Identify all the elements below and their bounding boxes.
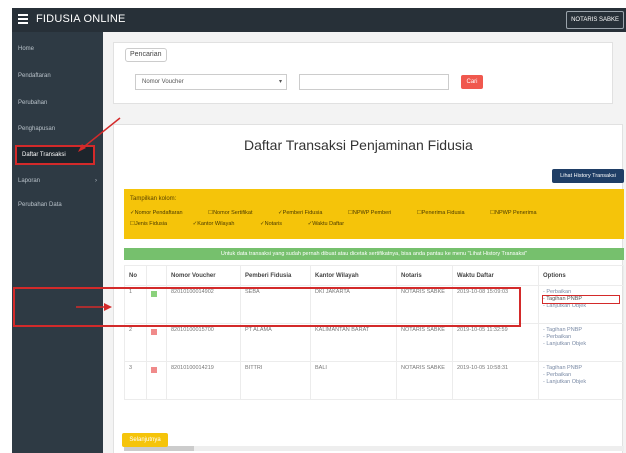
table-row: 1 82010100014902 SEBA DKI JAKARTA NOTARIS SA… [124,285,624,324]
status-indicator [146,323,167,362]
sidebar-item-pendaftaran[interactable]: Pendaftaran [12,67,103,85]
search-field-select[interactable]: Nomor Voucher ▾ [135,74,287,90]
next-button[interactable]: Selanjutnya [122,433,168,447]
row-number: 1 [124,285,147,324]
search-legend: Pencarian [125,48,167,62]
sidebar-item-penghapusan[interactable]: Penghapusan [12,120,103,138]
sidebar-item-perubahan-data[interactable]: Perubahan Data [12,196,103,214]
row-number: 2 [124,323,147,362]
waktu-cell: 2019-10-05 10:58:31 [452,361,539,400]
sidebar-item-laporan[interactable]: Laporan › [12,172,103,190]
notaris-cell: NOTARIS SABKE [396,361,453,400]
status-indicator [146,361,167,400]
filter-checkbox[interactable]: ✓Waktu Daftar [308,221,357,227]
row-number: 3 [124,361,147,400]
column-filter-box: Tampilkan kolom: ✓Nomor Pendaftaran ☐Nom… [124,189,624,239]
option-link[interactable]: - Tagihan PNBP [542,295,620,304]
col-header: Waktu Daftar [452,265,539,286]
chevron-right-icon: › [95,178,97,184]
filter-checkbox[interactable]: ☐NPWP Pemberi [348,210,403,216]
user-menu-button[interactable]: NOTARIS SABKE [566,11,624,29]
table-header-row: No Nomor Voucher Pemberi Fidusia Kantor … [124,265,624,286]
option-link[interactable]: - Perbaikan [543,334,619,341]
waktu-cell: 2019-10-08 15:09:03 [452,285,539,324]
filter-checkbox[interactable]: ✓Notaris [260,221,294,227]
option-link[interactable]: - Tagihan PNBP [543,365,619,372]
status-indicator [146,285,167,324]
col-header: Pemberi Fidusia [240,265,311,286]
transactions-table: No Nomor Voucher Pemberi Fidusia Kantor … [124,265,624,400]
col-header [146,265,167,286]
pemberi-cell: BITTRI [240,361,311,400]
page-title: Daftar Transaksi Penjaminan Fidusia [244,137,473,153]
filter-row: ✓Nomor Pendaftaran ☐Nomor Sertifikat ✓Pe… [130,210,561,216]
col-header: Options [538,265,624,286]
search-field-value: Nomor Voucher [142,79,184,85]
kantor-cell: DKI JAKARTA [310,285,397,324]
sidebar-item-perubahan[interactable]: Perubahan [12,94,103,112]
status-square [151,329,157,335]
col-header: Notaris [396,265,453,286]
voucher-cell: 82010100014219 [166,361,241,400]
option-link[interactable]: - Lanjutkan Objek [543,303,619,310]
menu-icon[interactable] [18,14,28,26]
filter-title: Tampilkan kolom: [130,196,177,202]
pemberi-cell: PT ALAMA [240,323,311,362]
waktu-cell: 2019-10-05 11:32:59 [452,323,539,362]
search-button[interactable]: Cari [461,75,483,89]
content-area: Pencarian Nomor Voucher ▾ Cari Daftar Tr… [103,32,626,453]
search-panel [113,42,613,104]
horizontal-scrollbar[interactable] [124,446,624,451]
sidebar: Home Pendaftaran Perubahan Penghapusan D… [12,32,103,453]
option-link[interactable]: - Perbaikan [543,372,619,379]
filter-checkbox[interactable]: ✓Kantor Wilayah [193,221,247,227]
filter-checkbox[interactable]: ☐Nomor Sertifikat [208,210,264,216]
options-cell: - Tagihan PNBP - Perbaikan - Lanjutkan Obj… [538,361,624,400]
filter-checkbox[interactable]: ✓Pemberi Fidusia [278,210,334,216]
kantor-cell: KALIMANTAN BARAT [310,323,397,362]
kantor-cell: BALI [310,361,397,400]
filter-checkbox[interactable]: ☐Penerima Fidusia [417,210,477,216]
status-square [151,367,157,373]
search-input[interactable] [299,74,449,90]
col-header: Kantor Wilayah [310,265,397,286]
col-header: No [124,265,147,286]
filter-row: ☐Jenis Fidusia ✓Kantor Wilayah ✓Notaris … [130,221,368,227]
option-link[interactable]: - Tagihan PNBP [543,327,619,334]
app-title: FIDUSIA ONLINE [36,13,126,25]
options-cell: - Perbaikan - Tagihan PNBP - Lanjutkan Obj… [538,285,624,324]
voucher-cell: 82010100015700 [166,323,241,362]
option-link[interactable]: - Perbaikan [543,289,619,296]
transactions-panel: Daftar Transaksi Penjaminan Fidusia Liha… [113,124,624,453]
sidebar-item-home[interactable]: Home [12,40,103,58]
col-header: Nomor Voucher [166,265,241,286]
filter-checkbox[interactable]: ✓Nomor Pendaftaran [130,210,195,216]
pemberi-cell: SEBA [240,285,311,324]
status-square [151,291,157,297]
filter-checkbox[interactable]: ☐NPWP Penerima [490,210,548,216]
filter-checkbox[interactable]: ☐Jenis Fidusia [130,221,179,227]
notaris-cell: NOTARIS SABKE [396,285,453,324]
info-notice: Untuk data transaksi yang sudah pernah d… [124,248,624,260]
sidebar-item-label: Laporan [18,178,41,184]
notaris-cell: NOTARIS SABKE [396,323,453,362]
voucher-cell: 82010100014902 [166,285,241,324]
sidebar-item-daftar-transaksi[interactable]: Daftar Transaksi [15,145,95,165]
table-row: 3 82010100014219 BITTRI BALI NOTARIS SABKE 20… [124,361,624,400]
top-navbar: FIDUSIA ONLINE NOTARIS SABKE [12,8,626,32]
history-button[interactable]: Lihat History Transaksi [552,169,624,183]
option-link[interactable]: - Lanjutkan Objek [543,379,619,386]
table-row: 2 82010100015700 PT ALAMA KALIMANTAN BARAT N… [124,323,624,362]
options-cell: - Tagihan PNBP - Perbaikan - Lanjutkan Obj… [538,323,624,362]
chevron-down-icon: ▾ [278,79,282,85]
option-link[interactable]: - Lanjutkan Objek [543,341,619,348]
